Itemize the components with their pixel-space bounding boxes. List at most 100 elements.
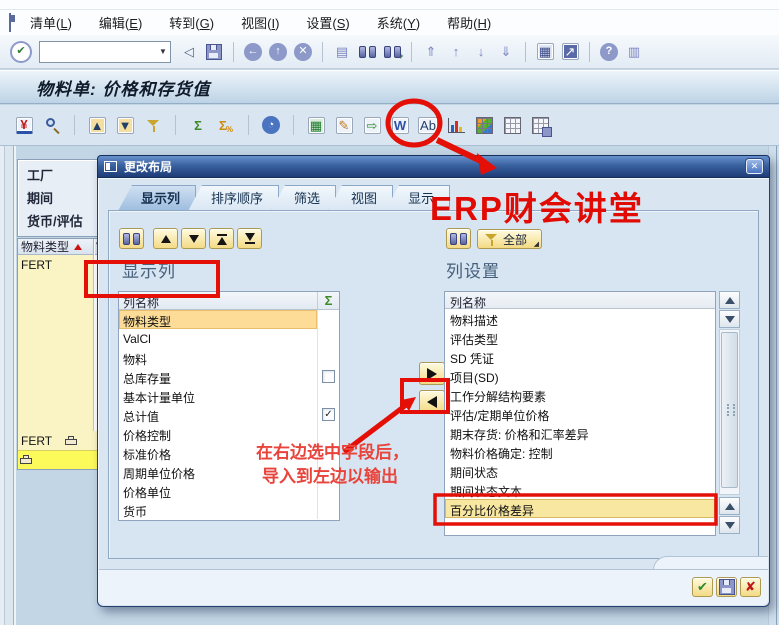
left-column-row-0[interactable]: 物料类型 bbox=[119, 310, 339, 329]
sort-descending-button-icon[interactable]: ▼ bbox=[114, 114, 136, 136]
back-triangle-icon[interactable]: ◁ bbox=[178, 41, 200, 63]
right-column-row-9[interactable]: 期间状态文本 bbox=[445, 480, 715, 499]
left-find-button[interactable] bbox=[119, 228, 144, 249]
right-column-row-3[interactable]: 项目(SD) bbox=[445, 366, 715, 385]
cancel-icon[interactable]: ✕ bbox=[292, 41, 314, 63]
tab-view[interactable]: 视图 bbox=[328, 185, 393, 211]
left-column-row-5[interactable]: 总计值✓ bbox=[119, 405, 339, 424]
cancel-button[interactable]: ✘ bbox=[740, 577, 761, 597]
tab-sort-order[interactable]: 排序顺序 bbox=[188, 185, 279, 211]
find-next-icon[interactable]: + bbox=[381, 41, 403, 63]
ok-button[interactable]: ✔ bbox=[692, 577, 713, 597]
dropdown-icon[interactable]: ▼ bbox=[156, 47, 170, 56]
transfer-left-button[interactable] bbox=[419, 390, 445, 413]
sum-checkbox[interactable]: ✓ bbox=[322, 408, 335, 421]
move-down-button[interactable] bbox=[181, 228, 206, 249]
change-layout-icon[interactable] bbox=[501, 114, 523, 136]
left-column-row-9[interactable]: 价格单位 bbox=[119, 481, 339, 500]
left-column-row-8[interactable]: 周期单位价格 bbox=[119, 462, 339, 481]
menu-item-e[interactable]: 编辑(E) bbox=[99, 13, 142, 32]
total-icon[interactable]: Σ bbox=[187, 114, 209, 136]
left-column-name-header[interactable]: 列名称 bbox=[119, 292, 318, 309]
choose-layout-icon[interactable] bbox=[473, 114, 495, 136]
move-up-button[interactable] bbox=[153, 228, 178, 249]
page-down-icon[interactable]: ↓ bbox=[470, 41, 492, 63]
customize-local-layout-icon[interactable]: ▥ bbox=[623, 41, 645, 63]
bg-key-column-cell[interactable]: FERT bbox=[18, 255, 94, 431]
menu-item-h[interactable]: 帮助(H) bbox=[447, 13, 491, 32]
tab-displayed-columns[interactable]: 显示列 bbox=[118, 185, 196, 211]
sum-checkbox[interactable] bbox=[322, 370, 335, 383]
graphic-icon[interactable] bbox=[445, 114, 467, 136]
right-find-button[interactable] bbox=[446, 228, 471, 249]
scroll-down-button[interactable] bbox=[719, 310, 740, 328]
menu-item-l[interactable]: 清单(L) bbox=[30, 13, 72, 32]
command-field[interactable]: ▼ bbox=[39, 41, 171, 63]
help-icon[interactable]: ? bbox=[598, 41, 620, 63]
bg-subtotal-row[interactable]: FERT bbox=[18, 431, 103, 450]
dialog-titlebar[interactable]: 更改布局 ✕ bbox=[97, 155, 770, 178]
right-column-row-5[interactable]: 评估/定期单位价格 bbox=[445, 404, 715, 423]
sort-ascending-button-icon[interactable]: ▲ bbox=[86, 114, 108, 136]
enter-icon[interactable]: ✔ bbox=[10, 41, 32, 63]
subtotal-icon[interactable]: Σ% bbox=[215, 114, 237, 136]
details-icon[interactable] bbox=[41, 114, 63, 136]
move-to-bottom-button[interactable] bbox=[237, 228, 262, 249]
left-column-row-4[interactable]: 基本计量单位 bbox=[119, 386, 339, 405]
menu-item-s[interactable]: 设置(S) bbox=[306, 13, 349, 32]
right-column-name-header[interactable]: 列名称 bbox=[445, 292, 715, 309]
right-column-row-10[interactable]: 百分比价格差异 bbox=[445, 499, 715, 518]
create-shortcut-icon[interactable]: ↗ bbox=[559, 41, 581, 63]
word-processing-icon[interactable]: ✎ bbox=[333, 114, 355, 136]
scroll-up-button-2[interactable] bbox=[719, 497, 740, 515]
last-page-icon[interactable]: ⇓ bbox=[495, 41, 517, 63]
right-column-row-7[interactable]: 物料价格确定: 控制 bbox=[445, 442, 715, 461]
page-up-icon[interactable]: ↑ bbox=[445, 41, 467, 63]
left-column-row-7[interactable]: 标准价格 bbox=[119, 443, 339, 462]
left-column-row-6[interactable]: 价格控制 bbox=[119, 424, 339, 443]
scrollbar-thumb[interactable] bbox=[721, 332, 738, 488]
scrollbar-track[interactable] bbox=[719, 329, 740, 495]
back-icon[interactable]: ← bbox=[242, 41, 264, 63]
filter-icon[interactable] bbox=[142, 114, 164, 136]
command-field-input[interactable] bbox=[40, 45, 156, 59]
left-column-row-3[interactable]: 总库存量 bbox=[119, 367, 339, 386]
left-column-row-10[interactable]: 货币 bbox=[119, 500, 339, 519]
right-column-row-2[interactable]: SD 凭证 bbox=[445, 347, 715, 366]
scroll-up-button[interactable] bbox=[719, 291, 740, 309]
save-icon[interactable] bbox=[203, 41, 225, 63]
save-button[interactable] bbox=[716, 577, 737, 597]
find-icon[interactable] bbox=[356, 41, 378, 63]
bg-total-row[interactable] bbox=[18, 450, 103, 469]
right-column-row-4[interactable]: 工作分解结构要素 bbox=[445, 385, 715, 404]
tab-display[interactable]: 显示 bbox=[385, 185, 450, 211]
right-column-row-6[interactable]: 期末存货: 价格和汇率差异 bbox=[445, 423, 715, 442]
abc-analysis-icon[interactable]: Ab bbox=[417, 114, 439, 136]
filter-all-dropdown-button[interactable]: 全部 ◢ bbox=[477, 229, 542, 249]
bg-column-header-material-type[interactable]: 物料类型 bbox=[18, 239, 94, 255]
system-menu-icon[interactable] bbox=[9, 13, 11, 32]
menu-item-g[interactable]: 转到(G) bbox=[169, 13, 214, 32]
left-column-row-1[interactable]: ValCl bbox=[119, 329, 339, 348]
right-column-row-0[interactable]: 物料描述 bbox=[445, 309, 715, 328]
new-session-icon[interactable]: ▦ bbox=[534, 41, 556, 63]
right-column-row-8[interactable]: 期间状态 bbox=[445, 461, 715, 480]
first-page-icon[interactable]: ⇑ bbox=[420, 41, 442, 63]
right-column-row-1[interactable]: 评估类型 bbox=[445, 328, 715, 347]
sum-column-header[interactable]: Σ bbox=[318, 292, 339, 309]
print-icon[interactable]: ▤ bbox=[331, 41, 353, 63]
close-icon[interactable]: ✕ bbox=[746, 159, 763, 174]
scroll-down-button-2[interactable] bbox=[719, 516, 740, 534]
export-file-icon[interactable]: ⇨ bbox=[361, 114, 383, 136]
transfer-right-button[interactable] bbox=[419, 362, 445, 385]
move-to-top-button[interactable] bbox=[209, 228, 234, 249]
tab-filter[interactable]: 筛选 bbox=[271, 185, 336, 211]
price-icon[interactable]: ¥ bbox=[13, 114, 35, 136]
left-column-row-2[interactable]: 物料 bbox=[119, 348, 339, 367]
exit-icon[interactable]: ↑ bbox=[267, 41, 289, 63]
menu-item-y[interactable]: 系统(Y) bbox=[377, 13, 420, 32]
word-document-icon[interactable]: W bbox=[389, 114, 411, 136]
print-preview-icon[interactable]: ◔ bbox=[260, 114, 282, 136]
excel-export-icon[interactable]: ▦ bbox=[305, 114, 327, 136]
menu-item-i[interactable]: 视图(I) bbox=[241, 13, 279, 32]
